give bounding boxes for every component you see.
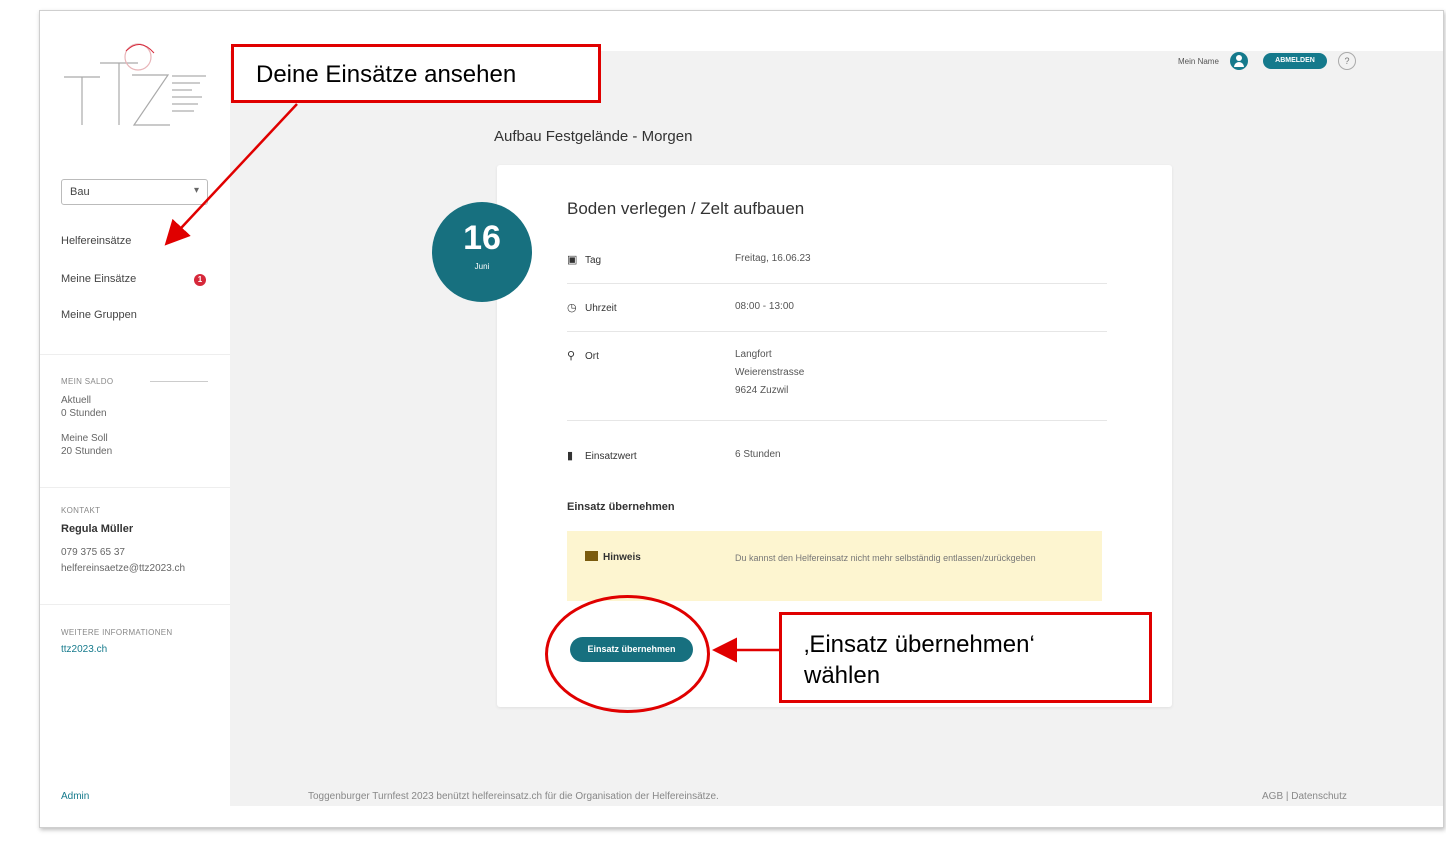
divider: [40, 354, 230, 355]
calendar-icon: ▣: [567, 254, 578, 266]
sidebar-item-meine-gruppen[interactable]: Meine Gruppen: [61, 309, 137, 321]
info-header: WEITERE INFORMATIONEN: [61, 628, 173, 637]
divider: [567, 420, 1107, 421]
notification-badge: 1: [194, 274, 206, 286]
bar-chart-icon: ▮: [567, 450, 574, 462]
hours-header: MEIN SALDO: [61, 377, 114, 386]
help-icon[interactable]: ?: [1338, 52, 1356, 70]
sidebar-item-helfereinsaetze[interactable]: Helfereinsätze: [61, 235, 131, 247]
hours-target-value: 20 Stunden: [61, 446, 113, 457]
notice-box: Hinweis Du kannst den Helfereinsatz nich…: [567, 531, 1102, 601]
divider: [567, 283, 1107, 284]
user-name: Mein Name: [1178, 57, 1219, 66]
logout-button[interactable]: ABMELDEN: [1263, 53, 1327, 69]
contact-name: Regula Müller: [61, 523, 134, 535]
card-title: Boden verlegen / Zelt aufbauen: [567, 199, 805, 218]
sidebar-item-meine-einsaetze[interactable]: Meine Einsätze: [61, 273, 136, 285]
row-time-value: 08:00 - 13:00: [735, 301, 794, 312]
divider: [40, 487, 230, 488]
annotation-callout-take-assignment: ‚Einsatz übernehmen‘ wählen: [779, 612, 1152, 703]
date-day: 16: [463, 219, 501, 257]
row-location-label: ⚲ Ort: [567, 350, 599, 362]
group-select[interactable]: Bau ▾: [61, 179, 208, 205]
chevron-down-icon: ▾: [193, 185, 199, 196]
footer-links[interactable]: AGB | Datenschutz: [1262, 791, 1347, 802]
row-day-label: ▣ Tag: [567, 254, 602, 266]
info-link[interactable]: ttz2023.ch: [61, 644, 107, 655]
hours-current-value: 0 Stunden: [61, 408, 107, 419]
hours-target-label: Meine Soll: [61, 433, 108, 444]
annotation-callout-view-assignments: Deine Einsätze ansehen: [231, 44, 601, 103]
clock-icon: ◷: [567, 302, 577, 314]
row-day-value: Freitag, 16.06.23: [735, 253, 811, 264]
section-title: Einsatz übernehmen: [567, 501, 675, 513]
info-flag-icon: [585, 551, 598, 561]
contact-header: KONTAKT: [61, 506, 101, 515]
row-value-label: ▮ Einsatzwert: [567, 450, 637, 462]
group-select-value: Bau: [70, 186, 90, 198]
annotation-highlight-ellipse: [545, 595, 710, 713]
hours-current-label: Aktuell: [61, 395, 92, 406]
row-time-label: ◷ Uhrzeit: [567, 302, 617, 314]
notice-label: Hinweis: [585, 551, 641, 563]
date-badge: 16 Juni: [432, 202, 532, 302]
row-value-value: 6 Stunden: [735, 449, 781, 460]
pin-icon: ⚲: [567, 350, 576, 362]
divider: [567, 331, 1107, 332]
row-location-value: Langfort Weierenstrasse 9624 Zuzwil: [735, 349, 805, 396]
footer-text: Toggenburger Turnfest 2023 benützt helfe…: [308, 791, 719, 802]
contact-email[interactable]: helfereinsaetze@ttz2023.ch: [61, 563, 185, 574]
admin-link[interactable]: Admin: [61, 791, 89, 802]
ttz-logo: [60, 39, 210, 129]
notice-text: Du kannst den Helfereinsatz nicht mehr s…: [735, 553, 1036, 563]
contact-phone: 079 375 65 37: [61, 547, 125, 558]
divider: [40, 604, 230, 605]
page-title: Aufbau Festgelände - Morgen: [494, 128, 693, 145]
sidebar: Bau ▾ Helfereinsätze Meine Einsätze 1 Me…: [40, 11, 230, 827]
divider: [150, 381, 208, 382]
user-icon[interactable]: [1230, 52, 1248, 70]
date-month: Juni: [474, 262, 490, 271]
app-window: Bau ▾ Helfereinsätze Meine Einsätze 1 Me…: [39, 10, 1444, 828]
